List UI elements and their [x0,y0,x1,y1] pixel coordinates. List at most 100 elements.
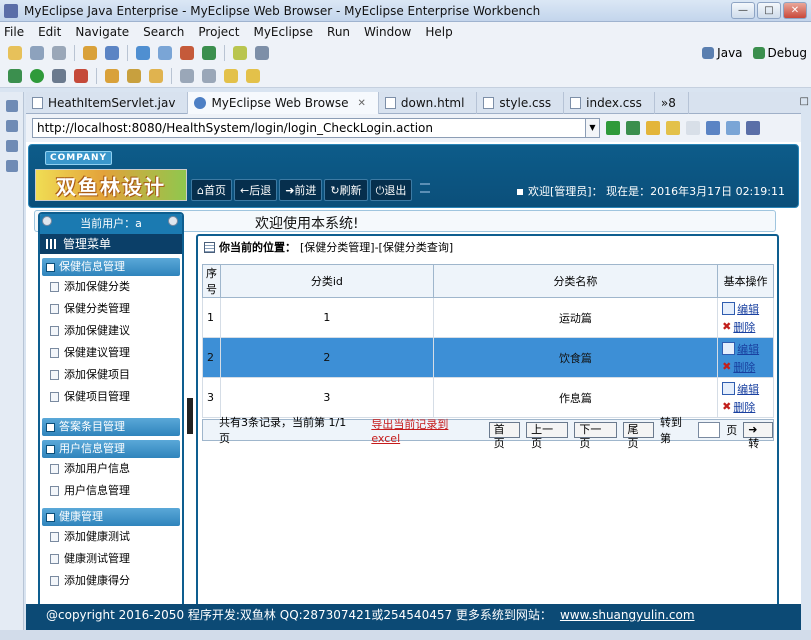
group-title-answer[interactable]: 答案条目管理 [42,418,180,436]
edit-link[interactable]: 编辑 [722,380,773,398]
perspective-icon[interactable] [233,46,247,60]
panel-splitter[interactable] [187,398,193,434]
folder-icon[interactable] [149,68,163,83]
browser-settings-icon[interactable] [746,121,760,135]
menu-item-add-test[interactable]: 添加健康测试 [42,526,180,548]
external-tools-icon[interactable] [52,68,66,83]
back-button[interactable]: ←后退 [233,179,278,201]
menu-window[interactable]: Window [364,25,411,39]
next-annotation-icon[interactable] [180,68,194,83]
refresh-icon[interactable] [726,121,740,135]
maximize-button[interactable]: □ [757,2,781,19]
package-explorer-icon[interactable] [6,120,18,132]
java-perspective-button[interactable]: Java [702,46,743,60]
menu-item-manage-user[interactable]: 用户信息管理 [42,480,180,502]
next-page-button[interactable]: 下一页 [574,422,617,450]
edit-label[interactable]: 编辑 [737,381,759,397]
last-page-button[interactable]: 尾页 [622,422,655,450]
close-button[interactable]: ✕ [783,2,807,19]
menu-item-add-score[interactable]: 添加健康得分 [42,570,180,592]
menu-item-manage-category[interactable]: 保健分类管理 [42,298,180,320]
table-row[interactable]: 2 2 饮食篇 编辑 ✖ 删除 [202,337,774,378]
tab-heathitemservlet[interactable]: HeathItemServlet.jav [26,92,189,114]
go-button[interactable]: ➜转 [743,422,773,450]
tool-icon[interactable] [180,46,194,60]
back-icon[interactable] [224,68,238,83]
delete-link[interactable]: ✖ 删除 [722,398,773,416]
delete-label[interactable]: 删除 [733,319,755,335]
menu-item-manage-test[interactable]: 健康测试管理 [42,548,180,570]
table-row[interactable]: 1 1 运动篇 编辑 ✖ 删除 [202,297,774,338]
menu-item-manage-item[interactable]: 保健项目管理 [42,386,180,408]
prev-page-button[interactable]: 上一页 [526,422,569,450]
menu-search[interactable]: Search [143,25,184,39]
go-icon[interactable] [606,121,620,135]
debug-perspective-button[interactable]: Debug [752,46,807,60]
debug-icon[interactable] [8,68,22,83]
tab-overflow[interactable]: »8 [655,92,689,114]
wizard-icon[interactable] [136,46,150,60]
open-perspective-icon[interactable] [255,46,269,60]
url-input[interactable] [32,118,586,138]
browser-forward-icon[interactable] [686,121,700,135]
restore-icon[interactable] [6,100,18,112]
browser-back-icon[interactable] [666,121,680,135]
menu-item-manage-advice[interactable]: 保健建议管理 [42,342,180,364]
table-row[interactable]: 3 3 作息篇 编辑 ✖ 删除 [202,377,774,418]
tab-style-css[interactable]: style.css [477,92,565,114]
menu-item-add-user[interactable]: 添加用户信息 [42,458,180,480]
edit-link[interactable]: 编辑 [722,340,773,358]
first-page-button[interactable]: 首页 [488,422,521,450]
new-icon[interactable] [8,46,22,60]
menu-run[interactable]: Run [327,25,350,39]
menu-item-add-advice[interactable]: 添加保健建议 [42,320,180,342]
hierarchy-icon[interactable] [6,160,18,172]
footer-link[interactable]: www.shuangyulin.com [560,608,695,622]
export-excel-link[interactable]: 导出当前记录到excel [371,416,474,445]
menu-navigate[interactable]: Navigate [75,25,129,39]
web-icon[interactable] [202,46,216,60]
delete-link[interactable]: ✖ 删除 [722,318,773,336]
tab-index-css[interactable]: index.css [564,92,655,114]
edit-label[interactable]: 编辑 [737,341,759,357]
close-tab-icon[interactable]: ✕ [358,98,366,109]
menu-item-add-category[interactable]: 添加保健分类 [42,276,180,298]
edit-link[interactable]: 编辑 [722,300,773,318]
print-icon[interactable] [52,46,66,60]
edit-label[interactable]: 编辑 [737,301,759,317]
tab-web-browser[interactable]: MyEclipse Web Browse ✕ [188,92,379,114]
home-button[interactable]: ⌂首页 [191,179,232,201]
refresh-button[interactable]: ↻刷新 [324,179,368,201]
debug-page-icon[interactable] [626,121,640,135]
open-file-icon[interactable] [105,68,119,83]
group-title-user[interactable]: 用户信息管理 [42,440,180,458]
prev-annotation-icon[interactable] [202,68,216,83]
deploy-icon[interactable] [83,46,97,60]
url-dropdown-icon[interactable]: ▼ [586,118,600,138]
delete-label[interactable]: 删除 [733,359,755,375]
logout-button[interactable]: ⏻退出 [369,179,413,201]
favorites-icon[interactable] [646,121,660,135]
edit-tool-icon[interactable] [127,68,141,83]
menu-item-add-item[interactable]: 添加保健项目 [42,364,180,386]
forward-icon[interactable] [246,68,260,83]
open-type-icon[interactable] [158,46,172,60]
stop-icon[interactable] [706,121,720,135]
minimize-editor-icon[interactable]: □ [800,96,809,107]
run-icon[interactable] [30,68,44,83]
menu-file[interactable]: File [4,25,24,39]
page-number-input[interactable] [698,422,721,438]
server-icon[interactable] [105,46,119,60]
tab-down-html[interactable]: down.html [379,92,478,114]
group-title-health[interactable]: 健康管理 [42,508,180,526]
delete-link[interactable]: ✖ 删除 [722,358,773,376]
menu-help[interactable]: Help [425,25,452,39]
save-icon[interactable] [30,46,44,60]
menu-project[interactable]: Project [198,25,239,39]
menu-edit[interactable]: Edit [38,25,61,39]
outline-icon[interactable] [6,140,18,152]
delete-label[interactable]: 删除 [733,399,755,415]
forward-button[interactable]: ➜前进 [279,179,323,201]
minimize-button[interactable]: — [731,2,755,19]
coverage-icon[interactable] [74,68,88,83]
